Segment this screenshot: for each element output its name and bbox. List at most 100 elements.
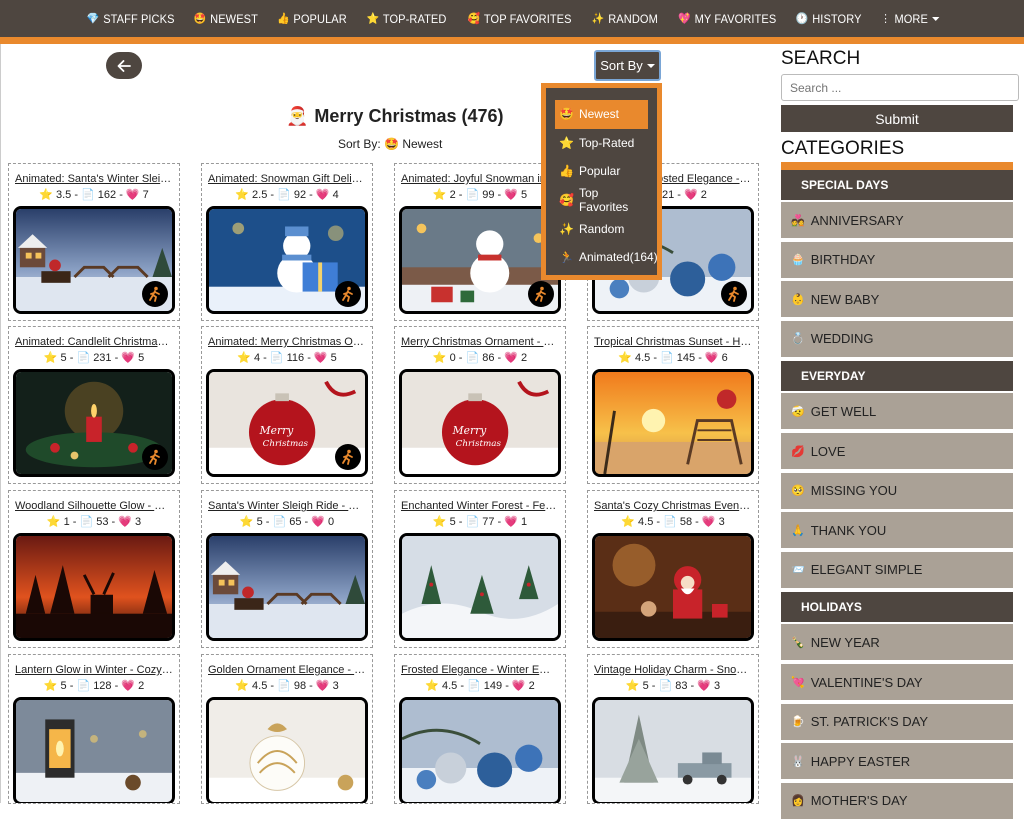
- card-title-link[interactable]: Tropical Christmas Sunset - Holiday Emai…: [588, 336, 758, 348]
- gallery-card[interactable]: Frosted Elegance - Winter Email Backgrou…: [394, 654, 566, 804]
- card-title-link[interactable]: Woodland Silhouette Glow - Holiday Email: [9, 500, 179, 512]
- card-thumbnail[interactable]: [592, 369, 754, 477]
- gallery-card[interactable]: Merry Christmas Ornament - Festive Email…: [394, 326, 566, 484]
- thumbs-up-icon: 👍: [559, 164, 574, 179]
- card-thumbnail[interactable]: [206, 533, 368, 641]
- card-title-link[interactable]: Golden Ornament Elegance - Holiday Email: [202, 664, 372, 676]
- card-title-link[interactable]: Animated: Joyful Snowman in Holiday: [395, 173, 565, 185]
- gallery-card[interactable]: Woodland Silhouette Glow - Holiday Email…: [8, 490, 180, 648]
- card-title-link[interactable]: Santa's Winter Sleigh Ride - Holiday Ema…: [202, 500, 372, 512]
- nav-newest[interactable]: 🤩 NEWEST: [194, 12, 258, 26]
- nav-staff-picks[interactable]: 💎 STAFF PICKS: [87, 12, 175, 26]
- category-item[interactable]: 🧁 BIRTHDAY: [781, 241, 1013, 280]
- animated-badge-icon: [142, 281, 168, 307]
- sparkles-icon: ✨: [559, 221, 574, 236]
- vertical-dots-icon: ⋮: [880, 13, 891, 25]
- sort-option-popular[interactable]: 👍 Popular: [555, 157, 648, 186]
- sort-option-animated[interactable]: 🏃 Animated(164): [555, 243, 658, 272]
- card-title-link[interactable]: Merry Christmas Ornament - Festive Email: [395, 336, 565, 348]
- nav-top-favorites[interactable]: 🥰 TOP FAVORITES: [467, 12, 571, 26]
- gallery-card[interactable]: Santa's Cozy Christmas Evening - Festive…: [587, 490, 759, 648]
- star-struck-icon: 🤩: [384, 137, 399, 151]
- card-thumbnail[interactable]: [13, 206, 175, 314]
- gallery-card[interactable]: Golden Ornament Elegance - Holiday Email…: [201, 654, 373, 804]
- card-title-link[interactable]: Santa's Cozy Christmas Evening - Festive: [588, 500, 758, 512]
- back-button[interactable]: [106, 52, 142, 79]
- sort-option-top-rated[interactable]: ⭐ Top-Rated: [555, 129, 648, 158]
- gallery-card[interactable]: Animated: Candlelit Christmas Wreath - H…: [8, 326, 180, 484]
- sort-option-newest[interactable]: 🤩 Newest: [555, 100, 648, 129]
- card-title-link[interactable]: Lantern Glow in Winter - Cozy Email Back…: [9, 664, 179, 676]
- star-icon: ⭐: [46, 516, 64, 528]
- category-item[interactable]: 💘 VALENTINE'S DAY: [781, 664, 1013, 702]
- nav-more[interactable]: ⋮ MORE: [880, 12, 939, 26]
- card-thumbnail[interactable]: [13, 697, 175, 803]
- nav-random[interactable]: ✨ RANDOM: [592, 12, 658, 26]
- card-thumbnail[interactable]: [206, 206, 368, 314]
- gallery-card[interactable]: Tropical Christmas Sunset - Holiday Emai…: [587, 326, 759, 484]
- category-item[interactable]: 🐰 HAPPY EASTER: [781, 743, 1013, 782]
- category-item[interactable]: 📨 ELEGANT SIMPLE: [781, 551, 1013, 590]
- card-thumbnail[interactable]: [206, 697, 368, 803]
- star-icon: ⭐: [237, 352, 254, 364]
- card-thumbnail[interactable]: [399, 533, 561, 641]
- star-icon: ⭐: [239, 516, 257, 528]
- card-thumbnail[interactable]: Merry Christmas: [206, 369, 368, 477]
- category-icon: 💍: [791, 333, 805, 346]
- category-item[interactable]: 👩 MOTHER'S DAY: [781, 782, 1013, 821]
- sort-option-top-favorites[interactable]: 🥰 Top Favorites: [555, 186, 648, 215]
- category-icon: 🙏: [791, 524, 805, 537]
- gallery-card[interactable]: Animated: Snowman Gift Delight - Festive…: [201, 163, 373, 321]
- card-title-link[interactable]: Frosted Elegance - Winter Email Backgrou…: [395, 664, 565, 676]
- card-thumbnail[interactable]: Merry Christmas: [399, 369, 561, 477]
- gallery-card[interactable]: Animated: Santa's Winter Sleigh Ride - H…: [8, 163, 180, 321]
- gallery-card[interactable]: Lantern Glow in Winter - Cozy Email Back…: [8, 654, 180, 804]
- gallery-card[interactable]: Santa's Winter Sleigh Ride - Holiday Ema…: [201, 490, 373, 648]
- category-item[interactable]: 💑 ANNIVERSARY: [781, 202, 1013, 240]
- search-input[interactable]: [781, 74, 1019, 101]
- card-thumbnail[interactable]: [399, 697, 561, 803]
- card-title-link[interactable]: Enchanted Winter Forest - Festive Email: [395, 500, 565, 512]
- gallery-card[interactable]: Vintage Holiday Charm - Snowy Email ⭐ 5 -…: [587, 654, 759, 804]
- categories-heading: CATEGORIES: [781, 138, 905, 159]
- card-thumbnail[interactable]: [13, 369, 175, 477]
- caret-down-icon: [646, 63, 655, 68]
- card-title-link[interactable]: Animated: Candlelit Christmas Wreath - H…: [9, 336, 179, 348]
- card-thumbnail[interactable]: [592, 697, 754, 803]
- sort-option-random[interactable]: ✨ Random: [555, 214, 648, 243]
- category-icon: 🍾: [791, 636, 805, 649]
- nav-popular[interactable]: 👍 POPULAR: [277, 12, 347, 26]
- nav-top-rated[interactable]: ⭐ TOP-RATED: [366, 12, 446, 26]
- card-thumbnail[interactable]: [399, 206, 561, 314]
- card-thumbnail[interactable]: [592, 533, 754, 641]
- sidebar: SEARCH Submit CATEGORIES SPECIAL DAYS💑AN…: [781, 44, 1024, 821]
- category-item[interactable]: 💍 WEDDING: [781, 320, 1013, 359]
- nav-my-favorites[interactable]: 💖 MY FAVORITES: [678, 12, 776, 26]
- santa-icon: 🎅: [286, 106, 309, 126]
- arrow-left-icon: [117, 59, 131, 72]
- category-item[interactable]: 🍺 ST. PATRICK'S DAY: [781, 703, 1013, 742]
- star-icon: ⭐: [432, 352, 450, 364]
- gallery-card[interactable]: Enchanted Winter Forest - Festive Email ⭐…: [394, 490, 566, 648]
- card-title-link[interactable]: Animated: Merry Christmas Ornament - Fes…: [202, 336, 372, 348]
- card-thumbnail[interactable]: [13, 533, 175, 641]
- category-item[interactable]: 🤕 GET WELL: [781, 393, 1013, 432]
- accent-bar: [0, 37, 1024, 44]
- star-icon: ⭐: [43, 352, 61, 364]
- page-edge: [0, 44, 1, 803]
- card-title-link[interactable]: Vintage Holiday Charm - Snowy Email: [588, 664, 758, 676]
- category-item[interactable]: 💋 LOVE: [781, 433, 1013, 471]
- card-title-link[interactable]: Animated: Snowman Gift Delight - Festive: [202, 173, 372, 185]
- gallery-card[interactable]: Animated: Merry Christmas Ornament - Fes…: [201, 326, 373, 484]
- animated-badge-icon: [335, 281, 361, 307]
- category-item[interactable]: 🍾 NEW YEAR: [781, 624, 1013, 663]
- category-item[interactable]: 🥺 MISSING YOU: [781, 472, 1013, 511]
- category-item[interactable]: 🙏 THANK YOU: [781, 512, 1013, 551]
- nav-history[interactable]: 🕐 HISTORY: [796, 12, 862, 26]
- category-item[interactable]: 👶 NEW BABY: [781, 281, 1013, 320]
- sort-by-button[interactable]: Sort By: [594, 50, 661, 81]
- animated-badge-icon: [335, 444, 361, 470]
- submit-button[interactable]: Submit: [781, 105, 1013, 132]
- card-title-link[interactable]: Animated: Santa's Winter Sleigh Ride - H…: [9, 173, 179, 185]
- category-icon: 👩: [791, 795, 805, 808]
